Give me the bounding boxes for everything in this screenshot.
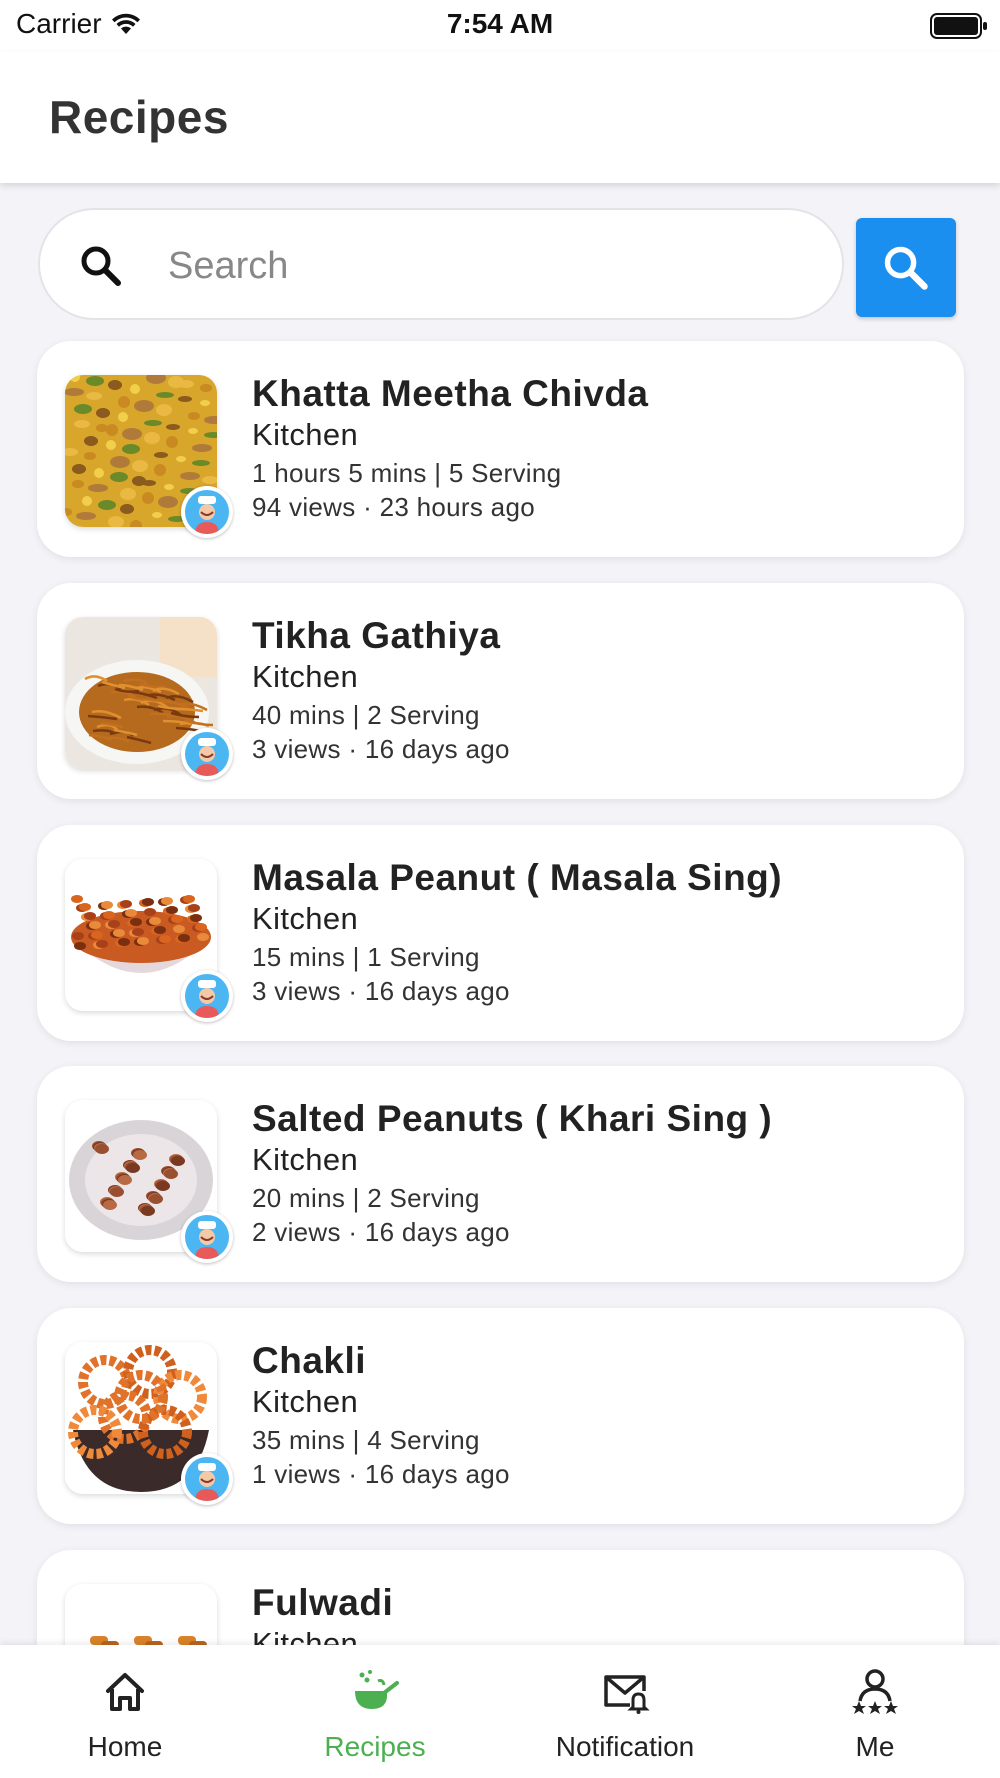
tab-home[interactable]: Home <box>0 1645 250 1778</box>
search-button[interactable] <box>856 218 956 317</box>
recipe-time-serving: 20 mins | 2 Serving <box>252 1183 480 1213</box>
recipe-time-serving: 1 hours 5 mins | 5 Serving <box>252 458 562 488</box>
tab-recipes-label: Recipes <box>324 1731 426 1762</box>
recipe-card[interactable]: Salted Peanuts ( Khari Sing ) Kitchen 20 m… <box>37 1066 964 1282</box>
chef-avatar[interactable] <box>181 970 233 1022</box>
recipe-thumbnail-wrap <box>65 1100 233 1263</box>
recipe-thumbnail-wrap <box>65 375 233 538</box>
home-icon <box>106 1673 144 1711</box>
tab-me-label: Me <box>855 1731 895 1762</box>
cooking-pan-icon <box>355 1670 399 1709</box>
recipe-title[interactable]: Fulwadi <box>252 1582 393 1626</box>
recipe-stats: 1 views · 16 days ago <box>252 1459 510 1489</box>
recipe-age: 23 hours ago <box>379 492 535 522</box>
recipe-views: 1 views <box>252 1459 341 1489</box>
app-header: Recipes <box>0 52 1000 183</box>
recipe-image[interactable] <box>65 1584 217 1645</box>
tab-me[interactable]: Me <box>750 1645 1000 1778</box>
recipe-views: 3 views <box>252 976 341 1006</box>
recipe-time-serving: 40 mins | 2 Serving <box>252 700 480 730</box>
chef-avatar[interactable] <box>181 1453 233 1505</box>
search-input[interactable] <box>166 230 810 302</box>
recipe-card[interactable]: Tikha Gathiya Kitchen 40 mins | 2 Serving 3… <box>37 583 964 799</box>
tab-notification-label: Notification <box>555 1731 695 1762</box>
recipe-time-serving: 15 mins | 1 Serving <box>252 942 480 972</box>
recipe-author: Kitchen <box>252 659 359 694</box>
tab-home-label: Home <box>87 1731 163 1762</box>
recipe-title[interactable]: Chakli <box>252 1340 510 1384</box>
recipe-views: 2 views <box>252 1217 341 1247</box>
recipe-thumbnail-wrap <box>65 1342 233 1505</box>
recipe-views: 94 views <box>252 492 356 522</box>
tab-notification[interactable]: Notification <box>500 1645 750 1778</box>
recipe-age: 16 days ago <box>364 734 510 764</box>
recipe-card[interactable]: Khatta Meetha Chivda Kitchen 1 hours 5 min… <box>37 341 964 557</box>
recipe-author: Kitchen <box>252 1142 359 1177</box>
page-title: Recipes <box>49 91 229 143</box>
chef-avatar[interactable] <box>181 1211 233 1263</box>
recipe-title[interactable]: Khatta Meetha Chivda <box>252 373 649 417</box>
recipe-title[interactable]: Salted Peanuts ( Khari Sing ) <box>252 1098 772 1142</box>
recipe-card[interactable]: Chakli Kitchen 35 mins | 4 Serving 1 views … <box>37 1308 964 1524</box>
recipe-title[interactable]: Tikha Gathiya <box>252 615 510 659</box>
recipe-time-serving: 35 mins | 4 Serving <box>252 1425 480 1455</box>
chef-avatar[interactable] <box>181 728 233 780</box>
user-stars-icon <box>852 1669 898 1714</box>
recipe-author: Kitchen <box>252 417 359 452</box>
recipe-stats: 3 views · 16 days ago <box>252 734 510 764</box>
recipe-author: Kitchen <box>252 901 359 936</box>
recipe-age: 16 days ago <box>364 1217 510 1247</box>
recipe-thumbnail-wrap <box>65 617 233 780</box>
recipe-age: 16 days ago <box>364 1459 510 1489</box>
recipe-stats: 3 views · 16 days ago <box>252 976 510 1006</box>
search-icon <box>884 246 928 290</box>
recipe-card[interactable]: Fulwadi Kitchen <box>37 1550 964 1645</box>
recipe-thumbnail-wrap <box>65 859 233 1022</box>
recipe-stats: 94 views · 23 hours ago <box>252 492 535 522</box>
recipe-age: 16 days ago <box>364 976 510 1006</box>
chef-avatar[interactable] <box>181 486 233 538</box>
search-icon <box>78 243 124 294</box>
tab-recipes[interactable]: Recipes <box>250 1645 500 1778</box>
tab-bar: Home Recipes Notification Me <box>0 1645 1000 1778</box>
recipe-card[interactable]: Masala Peanut ( Masala Sing) Kitchen 15 mi… <box>37 825 964 1041</box>
search-box[interactable] <box>38 208 844 320</box>
recipe-author: Kitchen <box>252 1626 359 1645</box>
recipe-stats: 2 views · 16 days ago <box>252 1217 510 1247</box>
recipe-thumbnail-wrap <box>65 1584 217 1645</box>
recipe-views: 3 views <box>252 734 341 764</box>
recipe-author: Kitchen <box>252 1384 359 1419</box>
recipe-title[interactable]: Masala Peanut ( Masala Sing) <box>252 857 782 901</box>
mail-bell-icon <box>604 1675 650 1714</box>
